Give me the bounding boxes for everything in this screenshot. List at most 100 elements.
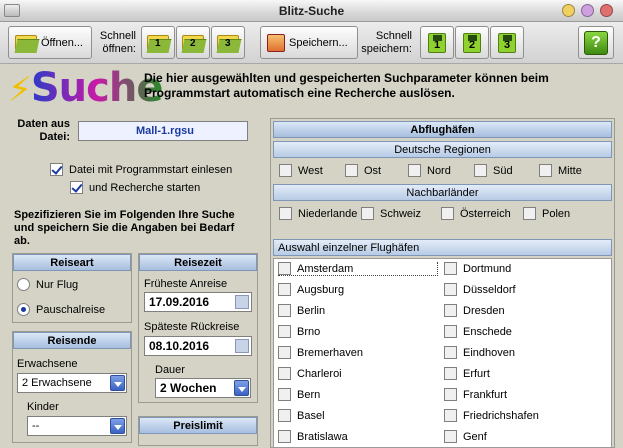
airport-checkbox[interactable] xyxy=(278,304,291,317)
airport-label: Bern xyxy=(297,388,321,401)
quick-save-2-button[interactable]: 2 xyxy=(455,26,489,59)
start-search-checkbox[interactable] xyxy=(70,181,83,194)
neighbor-polen[interactable]: Polen xyxy=(523,207,570,220)
load-on-start-checkbox[interactable] xyxy=(50,163,63,176)
airport-item[interactable]: Dresden xyxy=(444,304,505,317)
adults-select[interactable]: 2 Erwachsene xyxy=(17,373,127,393)
load-on-start-option[interactable]: Datei mit Programmstart einlesen xyxy=(50,163,232,176)
airport-list: Amsterdam Augsburg Berlin Brno Bremerhaven Ch… xyxy=(273,258,612,448)
airport-item[interactable]: Enschede xyxy=(444,325,512,338)
airport-checkbox[interactable] xyxy=(444,346,457,359)
pauschalreise-radio[interactable] xyxy=(17,303,30,316)
airport-item[interactable]: Augsburg xyxy=(278,283,344,296)
region-nord[interactable]: Nord xyxy=(408,164,451,177)
help-question-icon: ? xyxy=(584,30,608,55)
quick-save-1-button[interactable]: 1 xyxy=(420,26,454,59)
neighbor-polen-checkbox[interactable] xyxy=(523,207,536,220)
start-search-option[interactable]: und Recherche starten xyxy=(70,181,200,194)
airport-item[interactable]: Erfurt xyxy=(444,367,490,380)
quick-save-3-button[interactable]: 3 xyxy=(490,26,524,59)
children-label: Kinder xyxy=(27,401,59,413)
neighbor-niederlande[interactable]: Niederlande xyxy=(279,207,357,220)
close-icon[interactable] xyxy=(600,4,613,17)
airport-checkbox[interactable] xyxy=(278,367,291,380)
duration-dropdown-icon[interactable] xyxy=(234,380,249,396)
duration-select[interactable]: 2 Wochen xyxy=(155,378,251,398)
airport-item[interactable]: Genf xyxy=(444,430,487,443)
airport-label: Dresden xyxy=(463,304,505,317)
airport-checkbox[interactable] xyxy=(278,283,291,296)
airport-checkbox[interactable] xyxy=(444,283,457,296)
open-button-label: Öffnen... xyxy=(41,36,83,49)
region-sued[interactable]: Süd xyxy=(474,164,513,177)
save-button-label: Speichern... xyxy=(289,36,348,49)
latest-date-field[interactable]: 08.10.2016 xyxy=(144,336,252,356)
airport-item[interactable]: Frankfurt xyxy=(444,388,507,401)
region-west-checkbox[interactable] xyxy=(279,164,292,177)
reiseart-option-flight[interactable]: Nur Flug xyxy=(17,278,78,291)
children-dropdown-icon[interactable] xyxy=(110,418,125,434)
airport-label: Augsburg xyxy=(297,283,345,296)
nur-flug-radio[interactable] xyxy=(17,278,30,291)
airport-label: Eindhoven xyxy=(463,346,515,359)
region-west[interactable]: West xyxy=(279,164,323,177)
neighbor-schweiz[interactable]: Schweiz xyxy=(361,207,421,220)
reisende-header: Reisende xyxy=(13,332,131,349)
airport-checkbox[interactable] xyxy=(444,430,457,443)
neighbor-niederlande-checkbox[interactable] xyxy=(279,207,292,220)
open-button[interactable]: Öffnen... xyxy=(8,26,92,59)
help-button[interactable]: ? xyxy=(578,26,614,59)
airport-checkbox[interactable] xyxy=(444,304,457,317)
minimize-icon[interactable] xyxy=(562,4,575,17)
reiseart-header: Reiseart xyxy=(13,254,131,271)
airport-item[interactable]: Amsterdam xyxy=(278,262,438,276)
earliest-date-field[interactable]: 17.09.2016 xyxy=(144,292,252,312)
reiseart-option-package[interactable]: Pauschalreise xyxy=(17,303,105,316)
airport-item[interactable]: Basel xyxy=(278,409,325,422)
quick-open-3-button[interactable]: 3 xyxy=(211,26,245,59)
airport-item[interactable]: Dortmund xyxy=(444,262,511,275)
airport-checkbox[interactable] xyxy=(444,262,457,275)
airport-checkbox[interactable] xyxy=(278,388,291,401)
calendar-icon[interactable] xyxy=(235,295,249,309)
airport-item[interactable]: Brno xyxy=(278,325,320,338)
airport-checkbox[interactable] xyxy=(444,367,457,380)
region-mitte[interactable]: Mitte xyxy=(539,164,582,177)
airport-checkbox[interactable] xyxy=(278,262,291,275)
maximize-icon[interactable] xyxy=(581,4,594,17)
airport-item[interactable]: Charleroi xyxy=(278,367,342,380)
airport-label: Genf xyxy=(463,430,487,443)
data-file-field[interactable]: Mall-1.rgsu xyxy=(78,121,248,141)
airport-checkbox[interactable] xyxy=(278,346,291,359)
neighbor-oesterreich-checkbox[interactable] xyxy=(441,207,454,220)
airport-label: Enschede xyxy=(463,325,512,338)
airport-checkbox[interactable] xyxy=(444,325,457,338)
region-sued-checkbox[interactable] xyxy=(474,164,487,177)
quick-open-2-button[interactable]: 2 xyxy=(176,26,210,59)
airport-item[interactable]: Düsseldorf xyxy=(444,283,516,296)
children-select[interactable]: -- xyxy=(27,416,127,436)
lightning-icon: ⚡ xyxy=(8,70,32,110)
calendar-icon[interactable] xyxy=(235,339,249,353)
airport-item[interactable]: Bern xyxy=(278,388,320,401)
quick-open-1-button[interactable]: 1 xyxy=(141,26,175,59)
region-nord-checkbox[interactable] xyxy=(408,164,421,177)
save-button[interactable]: Speichern... xyxy=(260,26,358,59)
airport-item[interactable]: Bremerhaven xyxy=(278,346,363,359)
airport-item[interactable]: Berlin xyxy=(278,304,325,317)
adults-dropdown-icon[interactable] xyxy=(110,375,125,391)
airport-item[interactable]: Friedrichshafen xyxy=(444,409,539,422)
airport-checkbox[interactable] xyxy=(278,325,291,338)
neighbor-oesterreich[interactable]: Österreich xyxy=(441,207,511,220)
region-mitte-checkbox[interactable] xyxy=(539,164,552,177)
neighbor-schweiz-checkbox[interactable] xyxy=(361,207,374,220)
airport-item[interactable]: Bratislawa xyxy=(278,430,348,443)
airport-checkbox[interactable] xyxy=(278,409,291,422)
earliest-label: Früheste Anreise xyxy=(144,278,228,290)
region-ost[interactable]: Ost xyxy=(345,164,381,177)
airport-item[interactable]: Eindhoven xyxy=(444,346,515,359)
airport-checkbox[interactable] xyxy=(444,409,457,422)
airport-checkbox[interactable] xyxy=(278,430,291,443)
region-ost-checkbox[interactable] xyxy=(345,164,358,177)
airport-checkbox[interactable] xyxy=(444,388,457,401)
